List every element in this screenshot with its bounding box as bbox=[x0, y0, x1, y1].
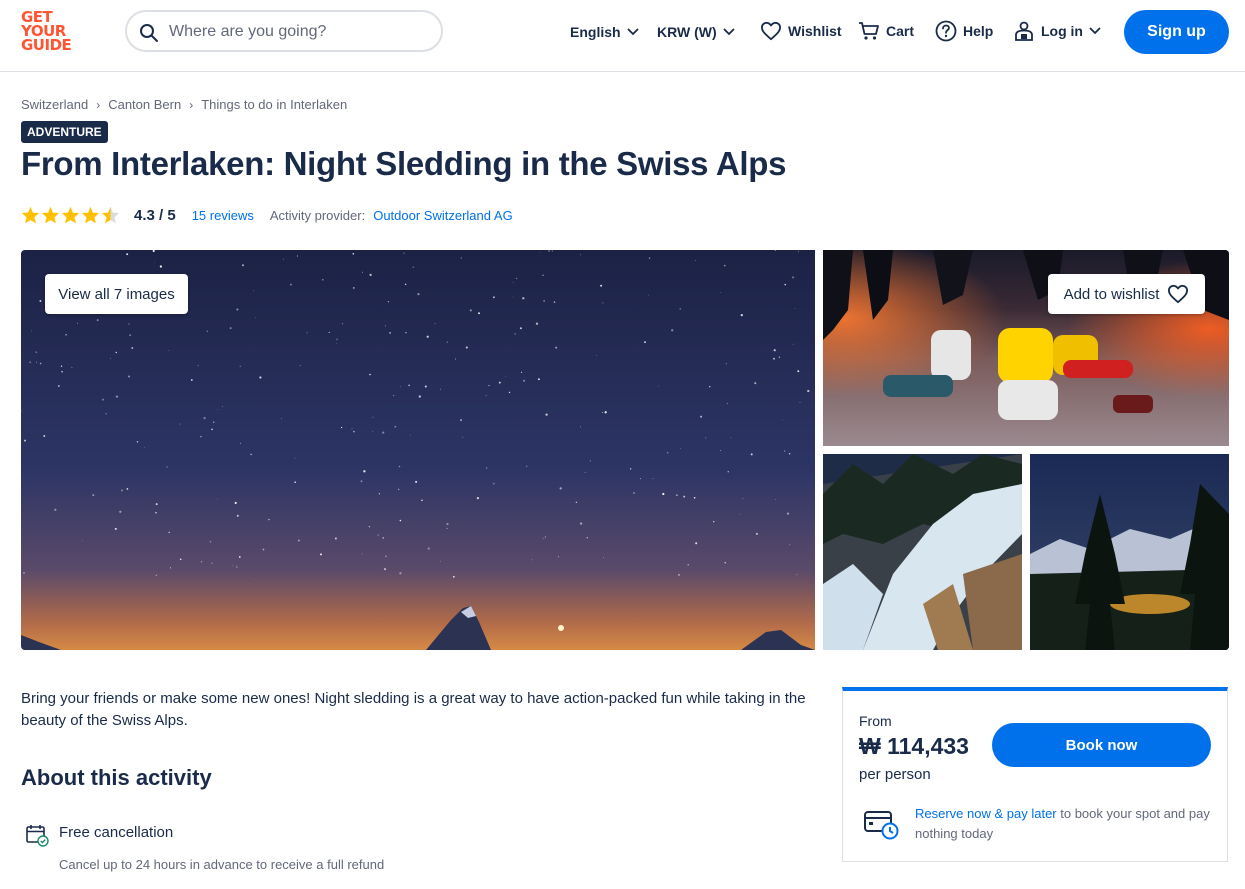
chevron-right-icon: › bbox=[189, 97, 194, 112]
gallery-image-valley-night[interactable] bbox=[1030, 454, 1229, 650]
cart-label: Cart bbox=[886, 23, 915, 39]
booking-card: From ₩ 114,433 per person Book now Reser… bbox=[842, 687, 1228, 862]
sign-up-label: Sign up bbox=[1147, 23, 1206, 40]
half-star-icon bbox=[101, 206, 120, 224]
currency-selector[interactable]: KRW (W) bbox=[657, 22, 735, 42]
user-lock-icon bbox=[1015, 21, 1033, 41]
help-label: Help bbox=[963, 23, 994, 39]
star-icon bbox=[61, 206, 80, 224]
heart-icon bbox=[761, 21, 781, 41]
login-menu[interactable]: Log in bbox=[1013, 21, 1101, 41]
chevron-down-icon bbox=[1089, 27, 1101, 35]
chevron-right-icon: › bbox=[96, 97, 101, 112]
reserve-now-text: Reserve now & pay later to book your spo… bbox=[915, 804, 1215, 844]
price-from-label: From bbox=[859, 713, 892, 729]
wishlist-link[interactable]: Wishlist bbox=[760, 21, 842, 41]
login-label: Log in bbox=[1041, 23, 1083, 39]
provider-label: Activity provider: bbox=[269, 207, 366, 223]
wishlist-label: Wishlist bbox=[788, 23, 842, 39]
book-now-button[interactable]: Book now bbox=[992, 723, 1211, 767]
add-to-wishlist-label: Add to wishlist bbox=[1063, 285, 1160, 303]
calendar-check-icon bbox=[26, 825, 49, 847]
page-title: From Interlaken: Night Sledding in the S… bbox=[21, 145, 787, 182]
help-link[interactable]: Help bbox=[935, 20, 994, 42]
help-icon bbox=[935, 20, 957, 42]
top-header: GET YOUR GUIDE English KRW (W) Wishlist … bbox=[0, 0, 1245, 72]
free-cancellation-title: Free cancellation bbox=[59, 824, 174, 841]
heart-icon bbox=[1168, 284, 1189, 304]
category-badge: ADVENTURE bbox=[21, 121, 108, 143]
view-all-images-label: View all 7 images bbox=[58, 285, 175, 303]
search-input[interactable] bbox=[167, 20, 431, 44]
star-icon bbox=[21, 206, 40, 224]
reserve-now-link[interactable]: Reserve now & pay later bbox=[915, 806, 1057, 821]
breadcrumb-item-interlaken[interactable]: Things to do in Interlaken bbox=[201, 97, 347, 112]
getyourguide-logo[interactable]: GET YOUR GUIDE bbox=[21, 10, 81, 54]
search-bar[interactable] bbox=[125, 10, 443, 52]
view-all-images-button[interactable]: View all 7 images bbox=[45, 274, 188, 314]
cart-link[interactable]: Cart bbox=[858, 21, 914, 41]
chevron-down-icon bbox=[626, 28, 639, 36]
main-gallery-image[interactable]: View all 7 images bbox=[21, 250, 815, 650]
star-rating bbox=[21, 206, 120, 224]
language-selector[interactable]: English bbox=[570, 22, 639, 42]
sign-up-button[interactable]: Sign up bbox=[1124, 10, 1229, 54]
price-per-person-label: per person bbox=[859, 766, 931, 783]
provider-link[interactable]: Outdoor Switzerland AG bbox=[373, 208, 512, 223]
cart-icon bbox=[859, 22, 879, 40]
breadcrumb: Switzerland › Canton Bern › Things to do… bbox=[21, 97, 347, 112]
gallery-image-frozen-waterfall[interactable] bbox=[823, 454, 1022, 650]
add-to-wishlist-button[interactable]: Add to wishlist bbox=[1048, 274, 1205, 314]
free-cancellation-subtitle: Cancel up to 24 hours in advance to rece… bbox=[59, 857, 385, 872]
activity-description: Bring your friends or make some new ones… bbox=[21, 690, 806, 729]
breadcrumb-item-switzerland[interactable]: Switzerland bbox=[21, 97, 88, 112]
rating-row: 4.3 / 5 15 reviews Activity provider: Ou… bbox=[21, 205, 513, 225]
rating-value: 4.3 / 5 bbox=[134, 206, 176, 224]
gallery-image-sledding[interactable]: Add to wishlist bbox=[823, 250, 1229, 446]
logo-line: GUIDE bbox=[21, 36, 72, 54]
chevron-down-icon bbox=[722, 28, 735, 36]
reviews-link[interactable]: 15 reviews bbox=[192, 208, 254, 223]
frozen-waterfall-image bbox=[823, 454, 1022, 650]
star-icon bbox=[81, 206, 100, 224]
night-valley-image bbox=[1030, 454, 1229, 650]
breadcrumb-item-canton-bern[interactable]: Canton Bern bbox=[108, 97, 181, 112]
price-value: ₩ 114,433 bbox=[859, 733, 969, 759]
about-heading: About this activity bbox=[21, 765, 212, 790]
search-icon bbox=[140, 24, 158, 42]
language-label: English bbox=[570, 24, 621, 40]
card-clock-icon bbox=[864, 811, 899, 840]
book-now-label: Book now bbox=[1065, 736, 1138, 754]
star-icon bbox=[41, 206, 60, 224]
currency-label: KRW (W) bbox=[657, 24, 717, 40]
